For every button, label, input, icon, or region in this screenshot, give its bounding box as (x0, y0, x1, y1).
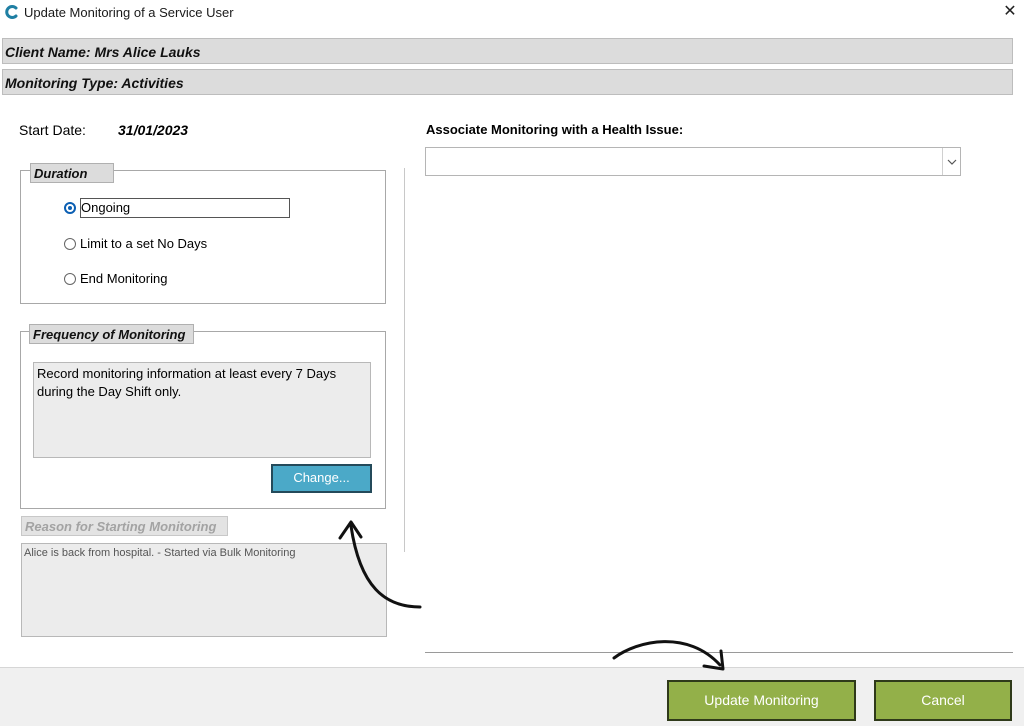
annotation-arrow-update-icon (612, 640, 725, 671)
radio-ongoing[interactable]: Ongoing (64, 198, 290, 218)
radio-end-monitoring-label: End Monitoring (80, 271, 168, 286)
app-logo-icon (5, 5, 18, 19)
start-date-value: 31/01/2023 (118, 122, 189, 138)
vertical-divider (404, 168, 405, 552)
radio-limit-days[interactable]: Limit to a set No Days (64, 236, 207, 251)
client-name-band: Client Name: Mrs Alice Lauks (2, 38, 1013, 64)
chevron-down-icon[interactable] (942, 148, 960, 175)
close-icon[interactable]: ✕ (1000, 2, 1020, 22)
radio-limit-days-indicator[interactable] (64, 237, 76, 250)
footer-bar (0, 667, 1024, 726)
radio-limit-days-label: Limit to a set No Days (80, 236, 208, 251)
window-title: Update Monitoring of a Service User (24, 5, 234, 20)
duration-legend: Duration (30, 163, 114, 183)
reason-legend: Reason for Starting Monitoring (21, 516, 228, 536)
cancel-button[interactable]: Cancel (874, 680, 1012, 721)
monitoring-type-band: Monitoring Type: Activities (2, 69, 1013, 95)
radio-end-monitoring[interactable]: End Monitoring (64, 271, 167, 286)
radio-end-monitoring-indicator[interactable] (64, 272, 76, 285)
frequency-legend: Frequency of Monitoring (29, 324, 194, 344)
annotation-arrow-change-icon (338, 520, 422, 609)
start-date-label: Start Date: (19, 122, 86, 138)
change-frequency-button[interactable]: Change... (271, 464, 372, 493)
health-issue-label: Associate Monitoring with a Health Issue… (426, 122, 684, 137)
update-monitoring-button[interactable]: Update Monitoring (667, 680, 856, 721)
health-issue-dropdown[interactable] (425, 147, 961, 176)
frequency-text: Record monitoring information at least e… (33, 362, 371, 458)
radio-ongoing-label: Ongoing (80, 198, 290, 218)
radio-ongoing-indicator[interactable] (64, 202, 76, 214)
title-bar: Update Monitoring of a Service User ✕ (0, 0, 1024, 26)
